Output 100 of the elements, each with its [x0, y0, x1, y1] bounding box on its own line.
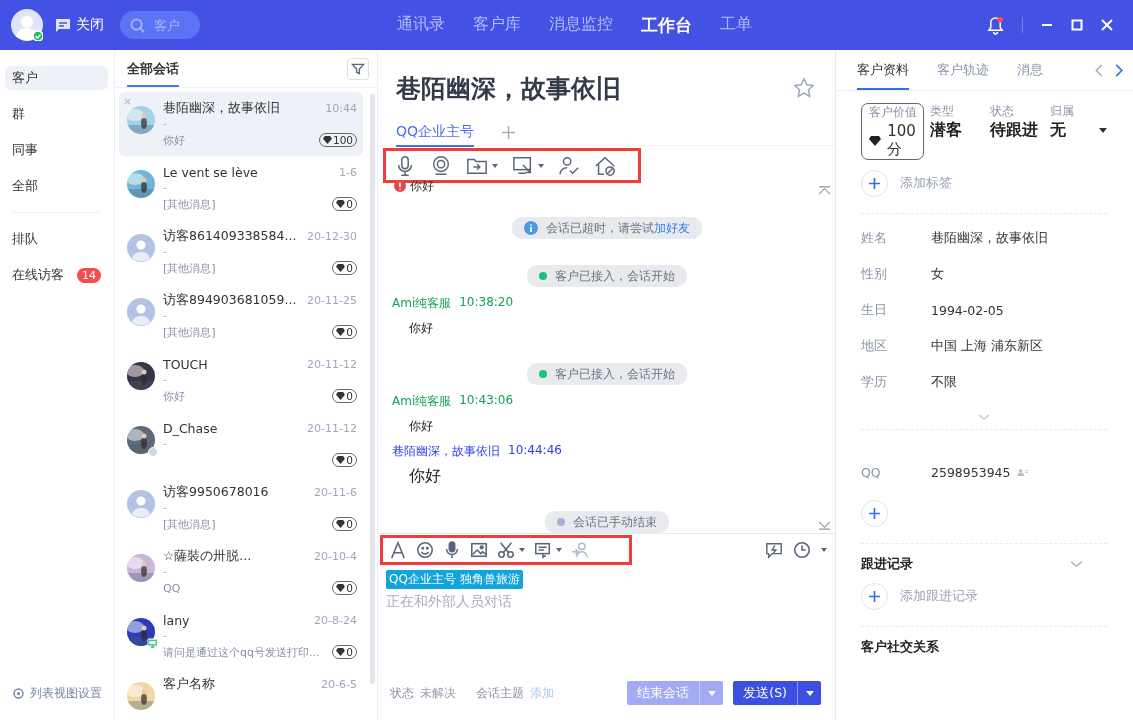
contact-name: ☆薩裝の卅脱...	[163, 547, 252, 565]
field-value: 不限	[931, 373, 957, 391]
send-button[interactable]: 发送(S)	[733, 681, 797, 705]
summary-value: 潜客	[930, 120, 963, 141]
conversation-tab[interactable]: 全部会话	[127, 51, 179, 87]
message-time: 20-11-6	[314, 485, 357, 499]
summary-value: 待跟进	[990, 120, 1039, 141]
field-label: 姓名	[861, 229, 888, 247]
sidebar-item[interactable]: 客户	[5, 66, 108, 90]
section-title: 客户社交关系	[861, 639, 939, 656]
contact-name: 巷陌幽深，故事依旧	[163, 99, 280, 117]
summary-label: 类型	[930, 103, 955, 120]
field-value: 2598953945	[931, 464, 1011, 480]
field-label: 地区	[861, 337, 888, 355]
summary-value: 100 分	[887, 122, 916, 159]
conversation-item[interactable]: D_Chase 20-11-12 - 0	[119, 412, 363, 476]
conversation-item[interactable]: ☆薩裝の卅脱... 20-10-4 - QQ 0	[119, 540, 363, 604]
profile-tab[interactable]: 客户资料	[857, 50, 909, 90]
topic-label: 会话主题	[476, 685, 524, 701]
contact-subtitle: -	[163, 630, 168, 642]
sender-name: Ami纯客服	[392, 393, 452, 410]
contact-subtitle: -	[163, 310, 168, 322]
message-preview: 你好	[163, 132, 185, 148]
message-preview: [其他消息]	[163, 516, 216, 532]
message-preview: [其他消息]	[163, 260, 216, 276]
conversation-item[interactable]: 访客9950678016 20-11-6 - [其他消息] 0	[119, 476, 363, 540]
nav-tab[interactable]: 工作台	[641, 13, 692, 37]
sidebar-item[interactable]: 全部	[5, 174, 108, 198]
message-text: 你好	[408, 418, 434, 435]
message-time: 20-12-30	[307, 229, 357, 243]
notice-text: 会话已手动结束	[572, 514, 657, 530]
conversation-item[interactable]: Le vent se lève 1-6 - [其他消息] 0	[119, 156, 363, 220]
message-time: 10:44:46	[508, 443, 562, 459]
status-value: 未解决	[420, 685, 456, 701]
add-tag-label: 添加标签	[900, 175, 952, 192]
message-preview: [其他消息]	[163, 324, 216, 340]
notice-text: 客户已接入，会话开始	[554, 366, 675, 382]
field-label: 生日	[861, 301, 888, 319]
contact-name: TOUCH	[163, 356, 208, 372]
contact-subtitle: -	[163, 566, 168, 578]
message-text: 你好	[408, 465, 442, 487]
contact-name: 访客894903681059...	[163, 291, 297, 309]
notice-text: 会话已超时，请尝试加好友	[545, 220, 690, 236]
message-time: 20-6-5	[321, 677, 357, 691]
sidebar-item[interactable]: 群	[5, 102, 108, 126]
message-preview: 你好	[163, 388, 185, 404]
summary-value[interactable]: 无	[1050, 120, 1066, 141]
conversation-item[interactable]: 访客894903681059... 20-11-25 - [其他消息] 0	[119, 284, 363, 348]
list-view-settings-link[interactable]: 列表视图设置	[30, 685, 102, 702]
sidebar-item[interactable]: 在线访客 14	[5, 263, 108, 287]
count-badge: 14	[77, 267, 101, 283]
contact-subtitle: -	[163, 182, 168, 194]
account-tag: QQ企业主号 独角兽旅游	[386, 570, 523, 589]
field-label: QQ	[861, 464, 882, 480]
contact-name: Le vent se lève	[163, 164, 258, 180]
sender-name: Ami纯客服	[392, 295, 452, 312]
contact-subtitle: -	[163, 246, 168, 258]
message-time: 10:38:20	[459, 295, 514, 311]
message-text: 你好	[410, 177, 434, 195]
section-title: 跟进记录	[861, 556, 913, 573]
message-preview: QQ	[163, 581, 181, 595]
search-field[interactable]: 客户	[120, 11, 200, 39]
message-time: 20-11-12	[307, 421, 357, 435]
summary-label: 归属	[1050, 103, 1075, 120]
conversation-item[interactable]: 巷陌幽深，故事依旧 10:44 - 你好 100	[119, 92, 363, 156]
contact-subtitle: -	[163, 502, 168, 514]
message-time: 20-10-4	[314, 549, 357, 563]
status-label: 状态	[390, 685, 414, 701]
close-button[interactable]: 关闭	[55, 16, 104, 34]
contact-subtitle: -	[163, 118, 168, 130]
contact-name: 访客861409338584...	[163, 227, 297, 245]
message-time: 10:44	[325, 101, 357, 115]
notice-text: 客户已接入，会话开始	[554, 268, 675, 284]
message-preview: 请问是通过这个qq号发送打印...	[163, 644, 320, 660]
contact-name: 访客9950678016	[163, 483, 269, 501]
message-time: 20-8-24	[314, 613, 357, 627]
field-label: 性别	[861, 265, 888, 283]
contact-subtitle: -	[163, 438, 168, 450]
conversation-item[interactable]: lany 20-8-24 - 请问是通过这个qq号发送打印... 0	[119, 604, 363, 668]
sidebar-item[interactable]: 排队	[5, 227, 108, 251]
message-time: 20-11-25	[307, 293, 357, 307]
conversation-item[interactable]: 访客861409338584... 20-12-30 - [其他消息] 0	[119, 220, 363, 284]
field-value: 女	[931, 265, 944, 283]
contact-subtitle: -	[163, 374, 168, 386]
sidebar-item[interactable]: 同事	[5, 138, 108, 162]
message-time: 20-11-12	[307, 357, 357, 371]
field-label: 学历	[861, 373, 888, 391]
field-value: 中国 上海 浦东新区	[931, 337, 1043, 355]
conversation-item[interactable]: 客户名称 20-6-5	[119, 668, 363, 720]
field-value: 1994-02-05	[931, 302, 1004, 318]
chat-title: 巷陌幽深，故事依旧	[396, 72, 621, 105]
conversation-item[interactable]: TOUCH 20-11-12 - 你好 0	[119, 348, 363, 412]
message-time: 10:43:06	[459, 393, 514, 409]
summary-label: 状态	[990, 103, 1015, 120]
contact-name: lany	[163, 612, 190, 628]
message-time: 1-6	[339, 165, 357, 179]
contact-name: 客户名称	[163, 675, 215, 693]
account-tab[interactable]: QQ企业主号	[396, 118, 475, 147]
message-text: 你好	[408, 320, 434, 337]
summary-label: 客户价值	[868, 104, 917, 121]
